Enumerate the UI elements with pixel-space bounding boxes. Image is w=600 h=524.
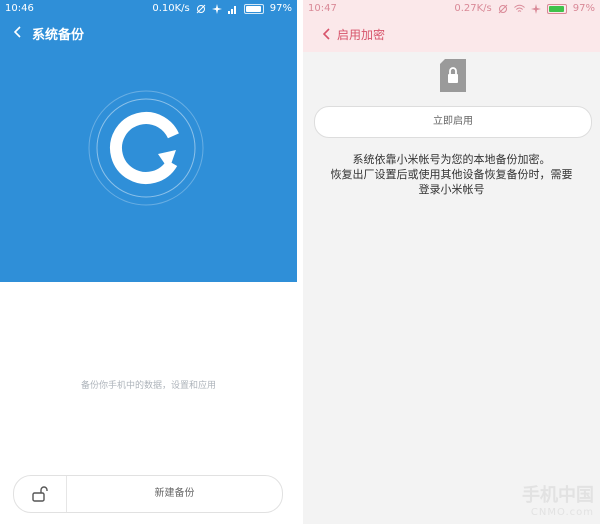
encryption-screen: 10:47 0.27K/s 97% 启用加密 立即启用 系统依靠小米帐号为您的本…: [303, 0, 600, 524]
back-chevron-icon: [323, 28, 330, 40]
description-line-2: 恢复出厂设置后或使用其他设备恢复备份时，需要: [330, 168, 573, 181]
status-time: 10:46: [5, 3, 34, 14]
signal-icon: [227, 5, 236, 14]
description-line-1: 系统依靠小米帐号为您的本地备份加密。: [352, 153, 551, 166]
encryption-toggle-button[interactable]: [14, 476, 66, 512]
backup-screen: 10:46 0.10K/s 97% 系统备份 备份你手机中的数据，设置和应用 新…: [0, 0, 297, 524]
page-title: 系统备份: [32, 28, 85, 43]
page-title: 启用加密: [337, 28, 386, 42]
status-time: 10:47: [308, 3, 337, 14]
no-alarm-icon: [498, 4, 508, 13]
back-button[interactable]: [10, 22, 26, 42]
new-backup-button[interactable]: 新建备份: [67, 476, 282, 512]
no-alarm-icon: [196, 4, 206, 13]
description-line-3: 登录小米帐号: [418, 183, 485, 196]
network-speed: 0.10K/s: [152, 3, 190, 14]
enable-now-button[interactable]: 立即启用: [314, 106, 592, 138]
status-bar: 10:47 0.27K/s 97%: [303, 0, 600, 18]
watermark-text: 手机中国: [522, 485, 594, 506]
backup-refresh-icon: [88, 90, 204, 206]
battery-fill: [548, 5, 565, 12]
backup-animation: [88, 90, 204, 206]
battery-percent: 97%: [572, 3, 595, 14]
status-right: 0.10K/s 97%: [152, 3, 292, 14]
battery-percent: 97%: [269, 3, 292, 14]
bottom-action-bar: 新建备份: [13, 475, 283, 513]
watermark-sub: CNMO.com: [530, 507, 594, 518]
airplane-icon: [530, 3, 541, 14]
battery-icon: [546, 3, 567, 14]
back-chevron-icon: [14, 26, 21, 38]
wifi-icon: [513, 4, 525, 12]
backup-hint: 备份你手机中的数据，设置和应用: [80, 381, 216, 391]
lock-file-icon: [440, 59, 466, 92]
status-bar: 10:46 0.10K/s 97%: [0, 0, 297, 18]
watermark: 手机中国 CNMO.com: [522, 481, 594, 518]
encryption-description: 系统依靠小米帐号为您的本地备份加密。 恢复出厂设置后或使用其他设备恢复备份时，需…: [303, 152, 600, 197]
encryption-header: 10:47 0.27K/s 97% 启用加密: [303, 0, 600, 52]
status-right: 0.27K/s 97%: [454, 3, 595, 14]
backup-header-area: 10:46 0.10K/s 97% 系统备份: [0, 0, 297, 282]
battery-icon: [243, 3, 264, 14]
title-bar: 系统备份: [0, 18, 297, 48]
network-speed: 0.27K/s: [454, 3, 492, 14]
unlock-icon: [32, 486, 48, 502]
battery-fill: [245, 5, 262, 12]
airplane-icon: [211, 3, 222, 14]
back-button[interactable]: [319, 24, 335, 44]
